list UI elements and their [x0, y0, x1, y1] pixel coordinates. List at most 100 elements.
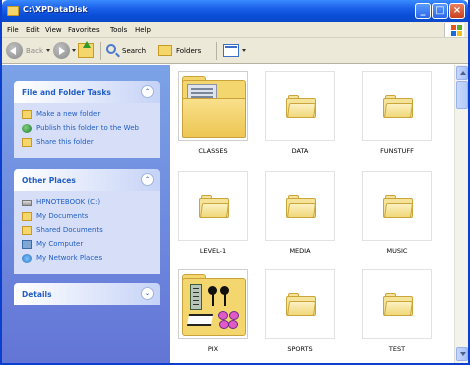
- place-my-network-places[interactable]: My Network Places: [22, 254, 154, 266]
- place-label[interactable]: My Documents: [36, 212, 88, 220]
- chevron-down-icon[interactable]: ⌄: [141, 287, 154, 300]
- folder-item-media[interactable]: MEDIA: [260, 171, 340, 266]
- folder-name[interactable]: TEST: [357, 345, 437, 353]
- my-computer-icon: [22, 240, 32, 249]
- forward-arrow-icon[interactable]: [53, 42, 70, 59]
- folder-item-sports[interactable]: SPORTS: [260, 269, 340, 363]
- folder-item-music[interactable]: MUSIC: [357, 171, 437, 266]
- menu-tools[interactable]: Tools: [110, 26, 127, 34]
- place-hpnotebook[interactable]: HPNOTEBOOK (C:): [22, 198, 154, 210]
- menu-edit[interactable]: Edit: [26, 26, 40, 34]
- folder-thumbnail[interactable]: [362, 171, 432, 241]
- task-publish-to-web[interactable]: Publish this folder to the Web: [22, 124, 154, 136]
- details-title: Details: [22, 290, 52, 299]
- place-label[interactable]: Shared Documents: [36, 226, 103, 234]
- task-pane: File and Folder Tasks ⌃ Make a new folde…: [2, 65, 170, 363]
- folder-view: CLASSES DATA FUNSTUFF LEVEL-1 MEDIA MUSI…: [170, 65, 454, 363]
- folder-name[interactable]: PIX: [173, 345, 253, 353]
- back-arrow-icon[interactable]: [6, 42, 23, 59]
- details-panel: Details ⌄: [14, 283, 160, 305]
- drive-icon: [22, 200, 32, 206]
- task-label[interactable]: Make a new folder: [36, 110, 100, 118]
- folder-item-classes[interactable]: CLASSES: [173, 71, 253, 166]
- folder-item-data[interactable]: DATA: [260, 71, 340, 166]
- scroll-thumb[interactable]: [456, 81, 468, 109]
- folder-icon: [286, 194, 317, 218]
- folder-thumbnail[interactable]: [178, 269, 248, 339]
- search-button-label[interactable]: Search: [122, 47, 146, 55]
- network-places-icon: [22, 254, 32, 263]
- vertical-scrollbar[interactable]: [454, 65, 468, 363]
- windows-logo-icon: [444, 23, 464, 37]
- close-button[interactable]: ×: [449, 3, 465, 19]
- views-dropdown-icon[interactable]: [242, 49, 246, 52]
- window-title: C:\XPDataDisk: [23, 5, 88, 14]
- scroll-down-button[interactable]: [456, 347, 468, 361]
- back-dropdown-icon[interactable]: [46, 49, 50, 52]
- open-folder-icon: [182, 76, 246, 138]
- folder-name[interactable]: MUSIC: [357, 247, 437, 255]
- folder-name[interactable]: CLASSES: [173, 147, 253, 155]
- other-places-header[interactable]: Other Places ⌃: [14, 169, 160, 191]
- folder-name[interactable]: DATA: [260, 147, 340, 155]
- folder-item-test[interactable]: TEST: [357, 269, 437, 363]
- file-tasks-title: File and Folder Tasks: [22, 88, 111, 97]
- chevron-up-icon[interactable]: ⌃: [141, 85, 154, 98]
- globe-icon: [22, 124, 32, 133]
- search-icon[interactable]: [106, 44, 116, 54]
- menu-help[interactable]: Help: [135, 26, 151, 34]
- folder-thumbnail[interactable]: [265, 171, 335, 241]
- folder-icon: [7, 6, 19, 16]
- folder-icon: [286, 292, 317, 316]
- scroll-up-button[interactable]: [456, 66, 468, 80]
- up-folder-icon[interactable]: [78, 41, 94, 58]
- task-label[interactable]: Publish this folder to the Web: [36, 124, 139, 132]
- folder-thumbnail[interactable]: [362, 71, 432, 141]
- file-tasks-header[interactable]: File and Folder Tasks ⌃: [14, 81, 160, 103]
- details-header[interactable]: Details ⌄: [14, 283, 160, 305]
- place-label[interactable]: My Computer: [36, 240, 83, 248]
- task-make-new-folder[interactable]: Make a new folder: [22, 110, 154, 122]
- place-shared-documents[interactable]: Shared Documents: [22, 226, 154, 238]
- place-my-computer[interactable]: My Computer: [22, 240, 154, 252]
- folder-icon: [199, 194, 230, 218]
- forward-dropdown-icon[interactable]: [72, 49, 76, 52]
- menu-file[interactable]: File: [7, 26, 19, 34]
- minimize-button[interactable]: _: [415, 3, 431, 19]
- folder-name[interactable]: SPORTS: [260, 345, 340, 353]
- toolbar-divider: [100, 42, 101, 60]
- menu-favorites[interactable]: Favorites: [68, 26, 100, 34]
- back-button-label[interactable]: Back: [26, 47, 43, 55]
- maximize-button[interactable]: □: [432, 3, 448, 19]
- file-and-folder-tasks-panel: File and Folder Tasks ⌃ Make a new folde…: [14, 81, 160, 158]
- place-label[interactable]: My Network Places: [36, 254, 102, 262]
- folder-name[interactable]: LEVEL-1: [173, 247, 253, 255]
- folder-thumbnail[interactable]: [178, 71, 248, 141]
- folder-item-funstuff[interactable]: FUNSTUFF: [357, 71, 437, 166]
- folder-thumbnail[interactable]: [178, 171, 248, 241]
- title-bar[interactable]: C:\XPDataDisk _ □ ×: [2, 0, 468, 22]
- place-my-documents[interactable]: My Documents: [22, 212, 154, 224]
- folders-button-label[interactable]: Folders: [176, 47, 201, 55]
- task-label[interactable]: Share this folder: [36, 138, 94, 146]
- book-icon: [186, 314, 214, 326]
- other-places-title: Other Places: [22, 176, 76, 185]
- chevron-up-icon[interactable]: ⌃: [141, 173, 154, 186]
- my-documents-icon: [22, 212, 32, 221]
- folders-icon[interactable]: [158, 45, 172, 56]
- other-places-panel: Other Places ⌃ HPNOTEBOOK (C:) My Docume…: [14, 169, 160, 274]
- views-icon[interactable]: [223, 44, 239, 57]
- toolbar-divider: [216, 42, 217, 60]
- task-share-folder[interactable]: Share this folder: [22, 138, 154, 150]
- folder-item-level-1[interactable]: LEVEL-1: [173, 171, 253, 266]
- folder-name[interactable]: MEDIA: [260, 247, 340, 255]
- building-icon: [190, 284, 202, 310]
- folder-thumbnail[interactable]: [265, 269, 335, 339]
- folder-icon: [383, 194, 414, 218]
- folder-thumbnail[interactable]: [362, 269, 432, 339]
- folder-name[interactable]: FUNSTUFF: [357, 147, 437, 155]
- folder-thumbnail[interactable]: [265, 71, 335, 141]
- place-label[interactable]: HPNOTEBOOK (C:): [36, 198, 100, 206]
- folder-item-pix[interactable]: PIX: [173, 269, 253, 363]
- menu-view[interactable]: View: [45, 26, 62, 34]
